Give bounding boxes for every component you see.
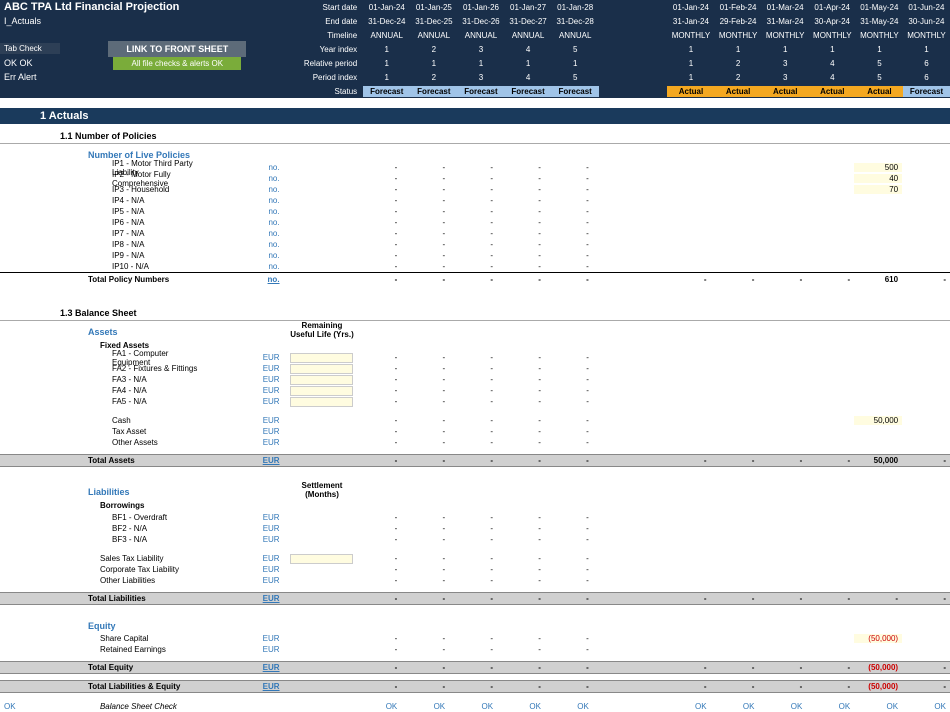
ip-row-1: IP2 - Motor Fully Comprehensive no. ----… (0, 173, 950, 184)
section-number-of-policies: 1.1 Number of Policies (0, 128, 950, 144)
tab-check-err: Err Alert (0, 71, 70, 83)
cash-row: Cash EUR ----- 50,000 (0, 415, 950, 426)
total-equity-row: Total Equity EUR ----- ---- (50,000) - (0, 661, 950, 674)
fa-row-1: FA2 - Fixtures & Fittings EUR ----- (0, 363, 950, 374)
other-assets-row: Other Assets EUR ----- (0, 437, 950, 448)
fa-input-3[interactable] (290, 386, 354, 396)
sales-tax-row: Sales Tax Liability EUR ----- (0, 553, 950, 564)
total-liabilities-row: Total Liabilities EUR ----- ------ (0, 592, 950, 605)
ip-row-4: IP5 - N/A no. ----- (0, 206, 950, 217)
section-actuals: 1 Actuals (0, 108, 950, 124)
ip-row-6: IP7 - N/A no. ----- (0, 228, 950, 239)
borrowings-heading: Borrowings (0, 499, 950, 512)
fa-input-4[interactable] (290, 397, 354, 407)
start-date-label: Start date (285, 3, 364, 12)
file-checks-badge: All file checks & alerts OK (113, 57, 241, 70)
fa-row-0: FA1 - Computer Equipment EUR ----- (0, 352, 950, 363)
total-assets-row: Total Assets EUR ----- ---- 50,000 - (0, 454, 950, 467)
fa-row-3: FA4 - N/A EUR ----- (0, 385, 950, 396)
assets-heading: Assets (0, 321, 280, 339)
liabilities-heading: Liabilities (0, 481, 280, 499)
fa-row-2: FA3 - N/A EUR ----- (0, 374, 950, 385)
fa-input-2[interactable] (290, 375, 354, 385)
ip-row-7: IP8 - N/A no. ----- (0, 239, 950, 250)
ip-row-9: IP10 - N/A no. ----- (0, 261, 950, 272)
fa-input-1[interactable] (290, 364, 354, 374)
col-remaining-life: Remaining Useful Life (Yrs.) (290, 321, 354, 339)
retained-earnings-row: Retained Earnings EUR ----- (0, 644, 950, 655)
total-policy-row: Total Policy Numbers no. ----- ---- 610 … (0, 272, 950, 285)
section-balance-sheet: 1.3 Balance Sheet (0, 305, 950, 321)
equity-heading: Equity (0, 615, 950, 633)
sheet-name: I_Actuals (0, 16, 285, 26)
bf-row-2: BF3 - N/A EUR ----- (0, 534, 950, 545)
bf-row-1: BF2 - N/A EUR ----- (0, 523, 950, 534)
total-liab-equity-row: Total Liabilities & Equity EUR ----- ---… (0, 680, 950, 693)
tax-asset-row: Tax Asset EUR ----- (0, 426, 950, 437)
tab-check-ok: OK OK (0, 57, 70, 69)
link-to-front-button[interactable]: LINK TO FRONT SHEET (108, 41, 246, 57)
sales-tax-input[interactable] (290, 554, 354, 564)
tab-check-title: Tab Check (0, 43, 60, 54)
share-capital-row: Share Capital EUR ----- (50,000) (0, 633, 950, 644)
other-liab-row: Other Liabilities EUR ----- (0, 575, 950, 586)
ip-row-8: IP9 - N/A no. ----- (0, 250, 950, 261)
ip-row-2: IP3 - Household no. ----- 70 (0, 184, 950, 195)
workbook-title: ABC TPA Ltd Financial Projection (0, 1, 285, 13)
header-panel: ABC TPA Ltd Financial Projection Start d… (0, 0, 950, 98)
ip-row-3: IP4 - N/A no. ----- (0, 195, 950, 206)
fa-row-4: FA5 - N/A EUR ----- (0, 396, 950, 407)
col-settlement: Settlement (Months) (290, 481, 354, 499)
corp-tax-row: Corporate Tax Liability EUR ----- (0, 564, 950, 575)
fa-input-0[interactable] (290, 353, 354, 363)
bf-row-0: BF1 - Overdraft EUR ----- (0, 512, 950, 523)
ip-row-5: IP6 - N/A no. ----- (0, 217, 950, 228)
